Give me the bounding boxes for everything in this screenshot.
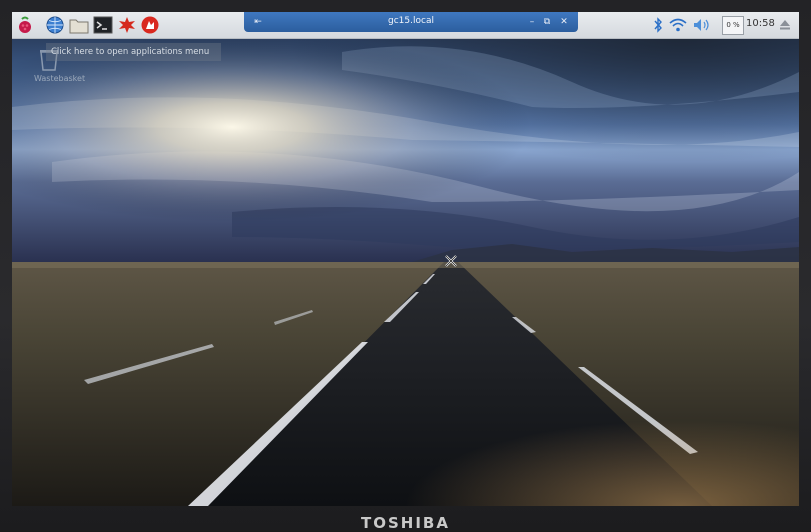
wifi-icon[interactable]: [668, 15, 688, 35]
x-cursor-icon: [445, 255, 457, 267]
volume-icon[interactable]: [692, 15, 712, 35]
file-manager-folder-icon[interactable]: [69, 15, 89, 35]
window-titlebar[interactable]: ⇤ gc15.local – ⧉ ✕: [244, 12, 578, 32]
bluetooth-icon[interactable]: [648, 15, 668, 35]
math-kernel-icon[interactable]: [117, 15, 137, 35]
brand-logo: TOSHIBA: [361, 514, 450, 532]
minimize-icon[interactable]: –: [526, 15, 538, 29]
close-icon[interactable]: ✕: [558, 15, 570, 29]
screen: Wastebasket Click here to open applicati…: [12, 12, 799, 506]
laptop-bezel: Wastebasket Click here to open applicati…: [0, 0, 811, 532]
terminal-icon[interactable]: [93, 15, 113, 35]
wolfram-icon[interactable]: [140, 15, 160, 35]
cpu-usage-monitor[interactable]: 0 %: [722, 16, 744, 35]
eject-icon[interactable]: [775, 15, 795, 35]
applications-menu-tooltip: Click here to open applications menu: [46, 43, 221, 61]
restore-icon[interactable]: ⧉: [541, 15, 553, 29]
taskbar: ⇤ gc15.local – ⧉ ✕ 0 % 10:58: [12, 12, 799, 39]
clock[interactable]: 10:58: [746, 18, 775, 29]
web-browser-globe-icon[interactable]: [45, 15, 65, 35]
desktop-icon-label: Wastebasket: [34, 74, 86, 83]
raspberry-menu-icon[interactable]: [15, 15, 35, 35]
desktop-wallpaper: [12, 12, 799, 506]
